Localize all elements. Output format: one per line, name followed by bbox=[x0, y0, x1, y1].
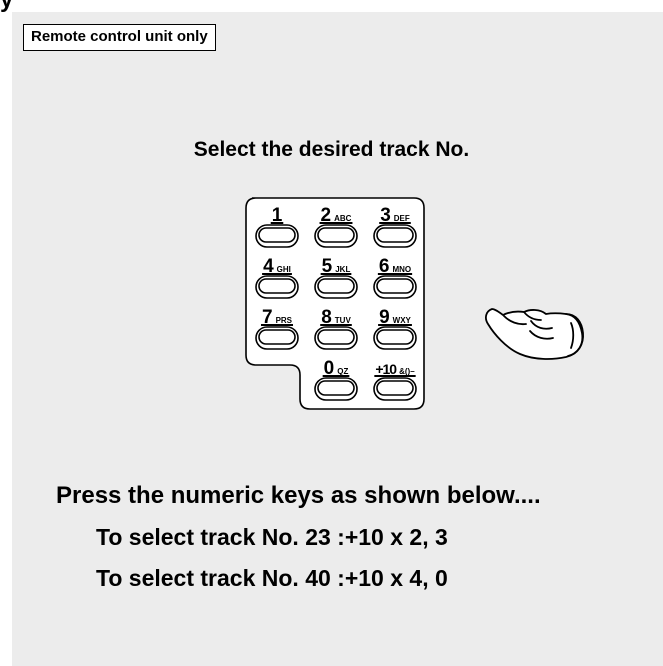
example-track-40: To select track No. 40 :+10 x 4, 0 bbox=[96, 565, 448, 591]
key-letters: GHI bbox=[277, 265, 291, 274]
key-letters: TUV bbox=[335, 316, 352, 325]
example-track-23: To select track No. 23 :+10 x 2, 3 bbox=[96, 524, 448, 550]
key-letters: MNO bbox=[392, 265, 411, 274]
key-letters: QZ bbox=[337, 367, 348, 376]
key-letters: &()– bbox=[399, 367, 415, 376]
key-letters: DEF bbox=[394, 214, 410, 223]
key-number: +10 bbox=[375, 361, 397, 377]
press-instruction: Press the numeric keys as shown below...… bbox=[56, 482, 541, 509]
key-letters: JKL bbox=[335, 265, 350, 274]
pointing-hand-icon bbox=[485, 308, 584, 360]
key-letters: WXY bbox=[393, 316, 412, 325]
key-letters: ABC bbox=[334, 214, 352, 223]
key-letters: PRS bbox=[276, 316, 293, 325]
key-plus10[interactable]: +10 &()– bbox=[373, 361, 417, 401]
